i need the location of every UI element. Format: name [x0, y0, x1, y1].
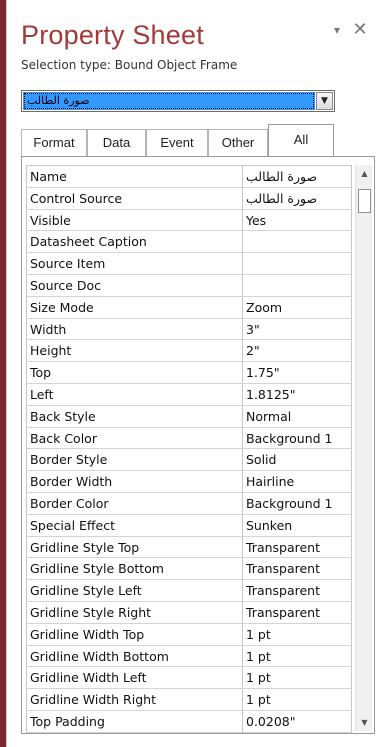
property-name: Back Color: [27, 427, 243, 449]
property-row[interactable]: Top Padding 0.0208": [27, 710, 352, 733]
property-row[interactable]: Left 1.8125": [27, 383, 352, 406]
property-row[interactable]: Gridline Style Top Transparent: [27, 536, 352, 559]
property-row[interactable]: Top 1.75": [27, 362, 352, 384]
property-name: Datasheet Caption: [27, 231, 243, 253]
property-row[interactable]: Border Width Hairline: [27, 471, 352, 493]
property-value[interactable]: Hairline: [243, 471, 352, 492]
property-row[interactable]: Visible Yes: [27, 209, 352, 232]
property-value[interactable]: 3": [243, 318, 352, 340]
property-row[interactable]: Source Item: [27, 253, 352, 275]
property-value[interactable]: 1 pt: [243, 667, 352, 689]
property-value[interactable]: Normal: [243, 405, 352, 427]
property-name: Source Item: [27, 253, 243, 274]
property-row[interactable]: Control Source صورة الطالب: [27, 187, 352, 210]
property-name: Border Width: [27, 471, 243, 492]
property-value[interactable]: 2": [243, 340, 352, 362]
property-row[interactable]: Datasheet Caption: [27, 231, 352, 254]
property-name: Gridline Width Bottom: [27, 645, 243, 667]
property-name: Gridline Style Bottom: [27, 558, 243, 580]
property-value[interactable]: [243, 231, 352, 253]
tab-all[interactable]: All: [268, 124, 334, 156]
property-row[interactable]: Gridline Style Bottom Transparent: [27, 558, 352, 581]
property-value[interactable]: 1.75": [243, 362, 352, 383]
property-row[interactable]: Gridline Style Right Transparent: [27, 601, 352, 624]
property-name: Visible: [27, 209, 243, 231]
property-value[interactable]: Background 1: [243, 427, 352, 449]
property-name: Gridline Style Top: [27, 536, 243, 558]
property-value[interactable]: صورة الطالب: [243, 187, 352, 209]
property-name: Top Padding: [27, 710, 243, 732]
property-row[interactable]: Gridline Style Left Transparent: [27, 580, 352, 602]
close-icon[interactable]: ✕: [352, 21, 368, 39]
property-value[interactable]: Transparent: [243, 558, 352, 580]
vertical-scrollbar[interactable]: ▲ ▼: [355, 165, 372, 731]
property-row[interactable]: Back Color Background 1: [27, 427, 352, 450]
scrollbar-thumb[interactable]: [358, 189, 371, 213]
property-row[interactable]: Gridline Width Bottom 1 pt: [27, 645, 352, 668]
property-row[interactable]: Size Mode Zoom: [27, 296, 352, 319]
property-value[interactable]: Zoom: [243, 296, 352, 318]
tab-other[interactable]: Other: [208, 129, 268, 156]
property-name: Name: [27, 166, 243, 187]
property-value[interactable]: Transparent: [243, 601, 352, 623]
tab-format[interactable]: Format: [21, 129, 87, 156]
property-row[interactable]: Border Style Solid: [27, 449, 352, 472]
property-value[interactable]: 1 pt: [243, 623, 352, 645]
chevron-down-icon[interactable]: ▼: [316, 92, 333, 110]
property-name: Gridline Width Left: [27, 667, 243, 689]
property-value[interactable]: Background 1: [243, 492, 352, 514]
property-value[interactable]: Transparent: [243, 580, 352, 601]
property-name: Gridline Width Top: [27, 623, 243, 645]
property-row[interactable]: Height 2": [27, 340, 352, 363]
scroll-up-icon[interactable]: ▲: [356, 165, 373, 182]
pane-header: Property Sheet ▾ ✕: [7, 0, 383, 58]
property-value[interactable]: 1.8125": [243, 383, 352, 405]
tab-data[interactable]: Data: [87, 129, 146, 156]
pane-menu-icon[interactable]: ▾: [329, 21, 345, 39]
property-row[interactable]: Width 3": [27, 318, 352, 341]
property-value[interactable]: Sunken: [243, 514, 352, 536]
property-name: Top: [27, 362, 243, 383]
property-name: Source Doc: [27, 274, 243, 296]
scroll-down-icon[interactable]: ▼: [356, 714, 373, 731]
property-row[interactable]: Gridline Width Top 1 pt: [27, 623, 352, 646]
property-name: Gridline Width Right: [27, 689, 243, 710]
property-value[interactable]: Yes: [243, 209, 352, 231]
property-value[interactable]: صورة الطالب: [243, 166, 352, 187]
pane-title: Property Sheet: [21, 20, 204, 50]
property-row[interactable]: Gridline Width Right 1 pt: [27, 689, 352, 711]
property-name: Size Mode: [27, 296, 243, 318]
tab-event[interactable]: Event: [146, 129, 208, 156]
property-value[interactable]: 0.0208": [243, 710, 352, 732]
property-value[interactable]: Solid: [243, 449, 352, 471]
property-value[interactable]: [243, 253, 352, 274]
property-sheet-pane: Property Sheet ▾ ✕ Selection type: Bound…: [6, 0, 383, 747]
property-name: Left: [27, 383, 243, 405]
property-name: Border Color: [27, 492, 243, 514]
property-row[interactable]: Gridline Width Left 1 pt: [27, 667, 352, 690]
property-value[interactable]: Transparent: [243, 536, 352, 558]
property-row[interactable]: Border Color Background 1: [27, 492, 352, 515]
object-selector-combo[interactable]: صورة الطالب ▼: [21, 90, 335, 112]
property-name: Width: [27, 318, 243, 340]
property-name: Gridline Style Left: [27, 580, 243, 601]
property-value[interactable]: [243, 274, 352, 296]
property-row[interactable]: Back Style Normal: [27, 405, 352, 428]
property-row[interactable]: Special Effect Sunken: [27, 514, 352, 537]
selection-type-label: Selection type: Bound Object Frame: [21, 58, 238, 72]
property-row[interactable]: Source Doc: [27, 274, 352, 297]
property-name: Gridline Style Right: [27, 601, 243, 623]
property-tabs: Format Data Event Other All: [21, 124, 375, 156]
property-name: Special Effect: [27, 514, 243, 536]
property-name: Border Style: [27, 449, 243, 471]
property-name: Back Style: [27, 405, 243, 427]
property-grid-panel: Name صورة الطالب Control Source صورة الطالب…: [21, 156, 375, 734]
property-name: Height: [27, 340, 243, 362]
property-value[interactable]: 1 pt: [243, 645, 352, 667]
object-selector-value[interactable]: صورة الطالب: [23, 92, 315, 110]
property-value[interactable]: 1 pt: [243, 689, 352, 710]
property-grid: Name صورة الطالب Control Source صورة الطالب…: [26, 165, 352, 733]
property-name: Control Source: [27, 187, 243, 209]
property-row[interactable]: Name صورة الطالب: [27, 166, 352, 188]
